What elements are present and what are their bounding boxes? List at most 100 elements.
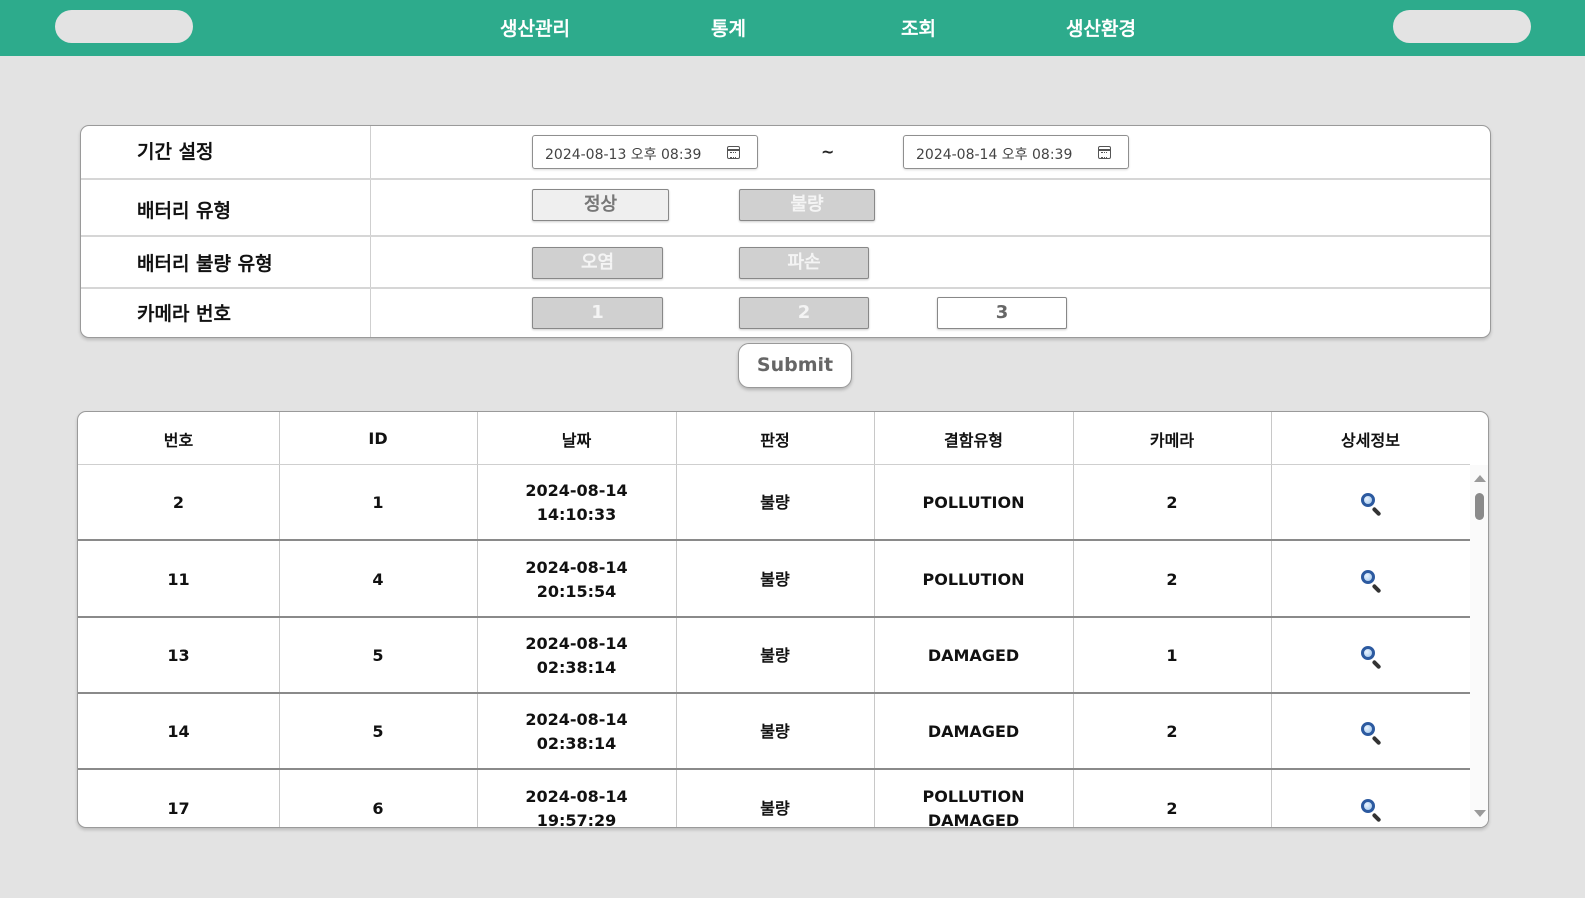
cell-id: 5 bbox=[372, 722, 384, 741]
cell-defect-primary: POLLUTION bbox=[922, 570, 1025, 589]
table-body[interactable]: 2 1 2024-08-14 14:10:33 불량 POLLUTION 2 1… bbox=[78, 465, 1470, 828]
nav-lookup[interactable]: 조회 bbox=[901, 14, 936, 41]
camera-3-button[interactable]: 3 bbox=[937, 297, 1067, 329]
cell-date: 2024-08-14 20:15:54 bbox=[477, 542, 676, 618]
table-scrollbar[interactable] bbox=[1470, 465, 1488, 827]
calendar-icon[interactable] bbox=[727, 146, 740, 159]
cell-detail bbox=[1271, 694, 1470, 770]
top-navbar: 생산관리 통계 조회 생산환경 bbox=[0, 0, 1585, 56]
header-date: 날짜 bbox=[561, 430, 592, 450]
date-from-input[interactable]: 2024-08-13 오후 08:39 bbox=[532, 135, 758, 169]
left-placeholder-pill[interactable] bbox=[55, 10, 193, 43]
cell-date-day: 2024-08-14 bbox=[525, 710, 628, 729]
right-placeholder-pill[interactable] bbox=[1393, 10, 1531, 43]
filter-column-divider bbox=[370, 126, 371, 337]
header-detail: 상세정보 bbox=[1341, 430, 1400, 450]
magnifier-icon[interactable] bbox=[1360, 645, 1382, 670]
cell-camera: 1 bbox=[1166, 646, 1178, 665]
header-camera: 카메라 bbox=[1149, 430, 1195, 450]
cell-id: 4 bbox=[372, 570, 384, 589]
battery-type-defect-button[interactable]: 불량 bbox=[739, 189, 875, 221]
cell-date-time: 02:38:14 bbox=[536, 734, 617, 753]
nav-statistics[interactable]: 통계 bbox=[711, 14, 746, 41]
cell-date-day: 2024-08-14 bbox=[525, 558, 628, 577]
cell-date: 2024-08-14 02:38:14 bbox=[477, 618, 676, 694]
cell-defect-primary: POLLUTION bbox=[922, 493, 1025, 512]
cell-judgement: 불량 bbox=[760, 646, 790, 665]
cell-detail bbox=[1271, 465, 1470, 541]
defect-type-damaged-button[interactable]: 파손 bbox=[739, 247, 869, 279]
cell-number: 17 bbox=[167, 799, 190, 818]
nav-production-management[interactable]: 생산관리 bbox=[500, 14, 570, 41]
filter-row-divider bbox=[81, 287, 1490, 289]
scrollbar-thumb[interactable] bbox=[1475, 493, 1484, 520]
cell-number: 13 bbox=[167, 646, 190, 665]
cell-id: 6 bbox=[372, 799, 384, 818]
date-to-input[interactable]: 2024-08-14 오후 08:39 bbox=[903, 135, 1129, 169]
defect-type-label: 배터리 불량 유형 bbox=[137, 253, 273, 275]
cell-defect-type: POLLUTION bbox=[874, 465, 1073, 541]
cell-judgement: 불량 bbox=[760, 722, 790, 741]
magnifier-icon[interactable] bbox=[1360, 569, 1382, 594]
cell-camera: 2 bbox=[1166, 570, 1178, 589]
cell-detail bbox=[1271, 542, 1470, 618]
cell-defect-primary: DAMAGED bbox=[927, 646, 1020, 665]
submit-button[interactable]: Submit bbox=[738, 343, 852, 388]
date-range-separator: ~ bbox=[821, 142, 835, 161]
cell-defect-type: POLLUTION DAMAGED bbox=[874, 771, 1073, 828]
cell-detail bbox=[1271, 618, 1470, 694]
camera-1-button[interactable]: 1 bbox=[532, 297, 663, 329]
magnifier-icon[interactable] bbox=[1360, 798, 1382, 823]
date-from-value: 2024-08-13 오후 08:39 bbox=[545, 147, 702, 163]
cell-judgement: 불량 bbox=[760, 570, 790, 589]
cell-date-day: 2024-08-14 bbox=[525, 787, 628, 806]
cell-date-day: 2024-08-14 bbox=[525, 634, 628, 653]
date-to-value: 2024-08-14 오후 08:39 bbox=[916, 147, 1073, 163]
cell-date-day: 2024-08-14 bbox=[525, 481, 628, 500]
cell-camera: 2 bbox=[1166, 493, 1178, 512]
cell-date-time: 19:57:29 bbox=[536, 811, 617, 828]
cell-defect-type: DAMAGED bbox=[874, 618, 1073, 694]
scroll-down-arrow-icon[interactable] bbox=[1474, 810, 1486, 817]
battery-type-label: 배터리 유형 bbox=[137, 200, 232, 222]
cell-defect-type: DAMAGED bbox=[874, 694, 1073, 770]
table-row[interactable]: 14 5 2024-08-14 02:38:14 불량 DAMAGED 2 bbox=[78, 694, 1470, 770]
table-header: 번호 ID 날짜 판정 결함유형 카메라 상세정보 bbox=[78, 412, 1470, 465]
cell-date-time: 20:15:54 bbox=[536, 582, 617, 601]
calendar-icon[interactable] bbox=[1098, 146, 1111, 159]
table-row[interactable]: 17 6 2024-08-14 19:57:29 불량 POLLUTION DA… bbox=[78, 771, 1470, 828]
cell-number: 14 bbox=[167, 722, 190, 741]
filter-row-divider bbox=[81, 178, 1490, 180]
period-label: 기간 설정 bbox=[137, 141, 214, 163]
cell-date: 2024-08-14 14:10:33 bbox=[477, 465, 676, 541]
cell-date: 2024-08-14 19:57:29 bbox=[477, 771, 676, 828]
cell-defect-primary: DAMAGED bbox=[927, 722, 1020, 741]
camera-2-button[interactable]: 2 bbox=[739, 297, 869, 329]
table-row[interactable]: 13 5 2024-08-14 02:38:14 불량 DAMAGED 1 bbox=[78, 618, 1470, 694]
header-defect-type: 결함유형 bbox=[944, 430, 1003, 450]
cell-defect-type: POLLUTION bbox=[874, 542, 1073, 618]
header-number: 번호 bbox=[163, 430, 194, 450]
filter-row-divider bbox=[81, 235, 1490, 237]
cell-id: 1 bbox=[372, 493, 384, 512]
defect-type-pollution-button[interactable]: 오염 bbox=[532, 247, 663, 279]
magnifier-icon[interactable] bbox=[1360, 492, 1382, 517]
filter-panel: 기간 설정 2024-08-13 오후 08:39 ~ 2024-08-14 오… bbox=[80, 125, 1491, 338]
battery-type-normal-button[interactable]: 정상 bbox=[532, 189, 669, 221]
cell-id: 5 bbox=[372, 646, 384, 665]
cell-date: 2024-08-14 02:38:14 bbox=[477, 694, 676, 770]
cell-defect-secondary: DAMAGED bbox=[927, 811, 1020, 828]
nav-production-environment[interactable]: 생산환경 bbox=[1066, 14, 1136, 41]
cell-number: 11 bbox=[167, 570, 190, 589]
header-id: ID bbox=[368, 429, 388, 448]
cell-judgement: 불량 bbox=[760, 799, 790, 818]
scroll-up-arrow-icon[interactable] bbox=[1474, 475, 1486, 482]
magnifier-icon[interactable] bbox=[1360, 721, 1382, 746]
cell-date-time: 14:10:33 bbox=[536, 505, 617, 524]
table-row[interactable]: 2 1 2024-08-14 14:10:33 불량 POLLUTION 2 bbox=[78, 465, 1470, 541]
cell-camera: 2 bbox=[1166, 722, 1178, 741]
cell-defect-primary: POLLUTION bbox=[922, 787, 1025, 806]
cell-detail bbox=[1271, 771, 1470, 827]
table-row[interactable]: 11 4 2024-08-14 20:15:54 불량 POLLUTION 2 bbox=[78, 542, 1470, 618]
cell-judgement: 불량 bbox=[760, 493, 790, 512]
